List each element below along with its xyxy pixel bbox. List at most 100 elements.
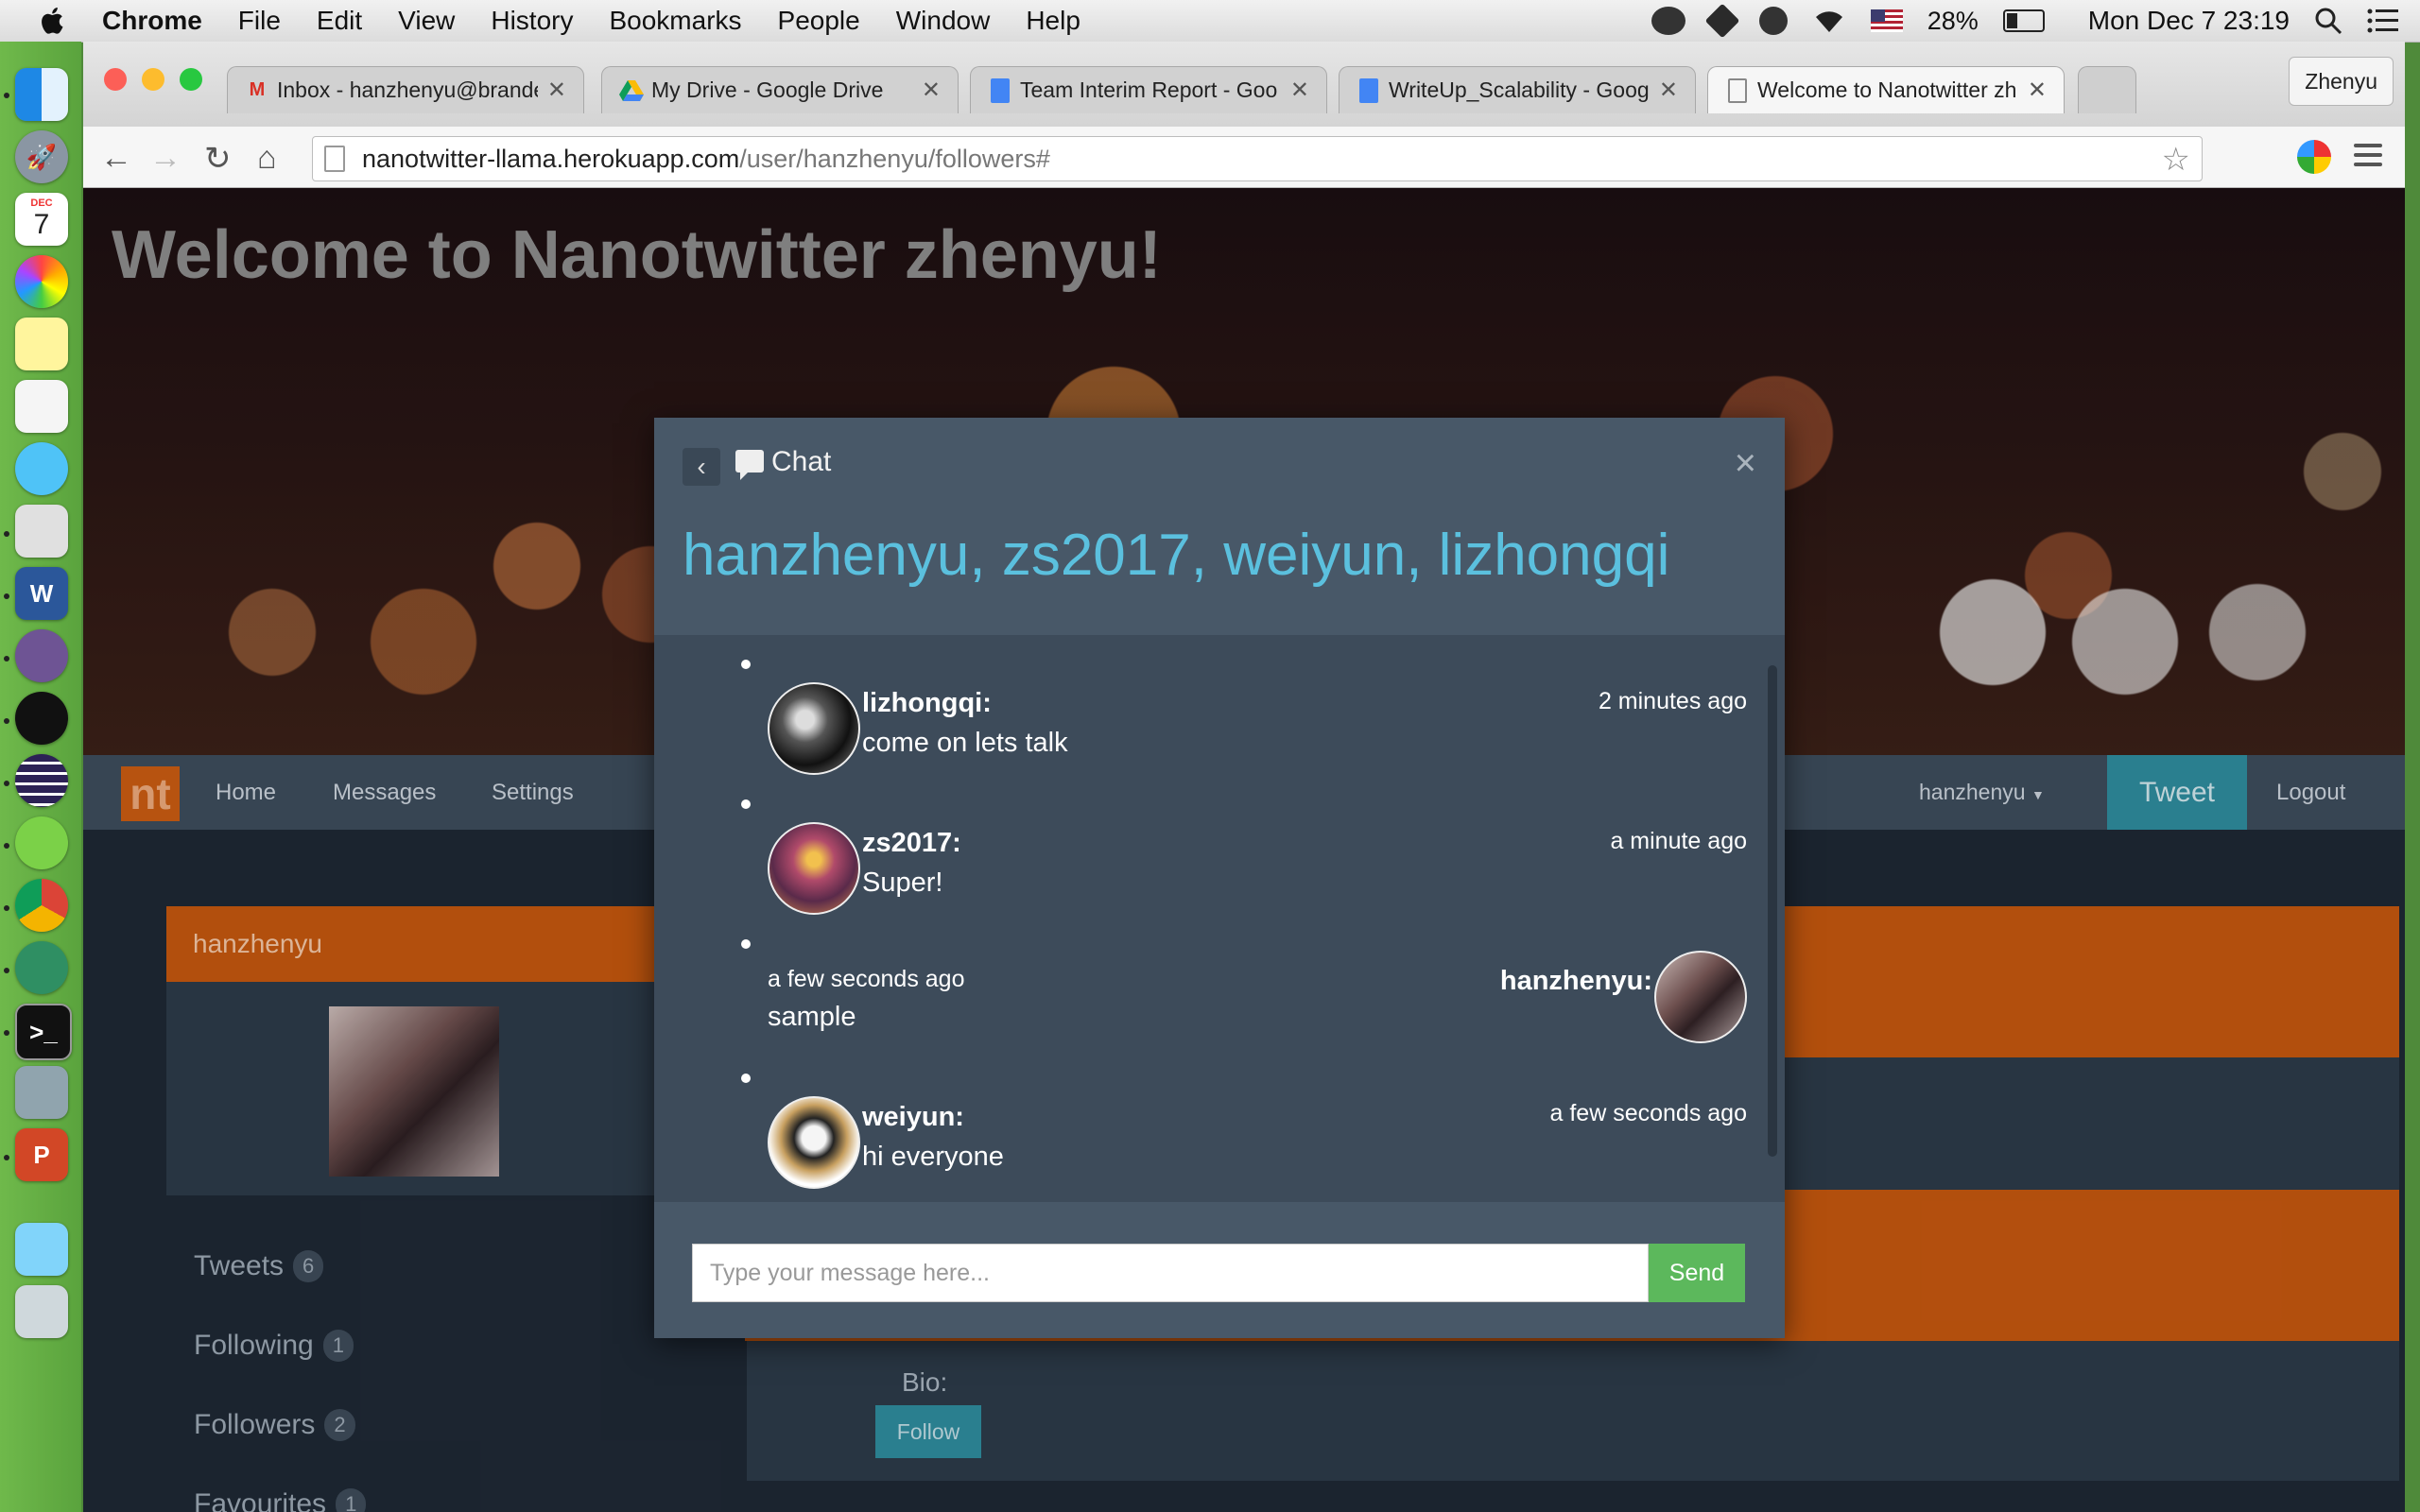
chevron-left-icon[interactable]: ‹ xyxy=(683,448,720,486)
list-bullet xyxy=(741,799,751,809)
window-minimize-button[interactable] xyxy=(142,68,164,91)
photos-icon[interactable] xyxy=(15,255,68,308)
tab-close-icon[interactable]: ✕ xyxy=(2028,77,2047,104)
message-input[interactable] xyxy=(692,1244,1649,1302)
wechat-tray-icon[interactable] xyxy=(1651,7,1685,35)
site-logo[interactable]: nt xyxy=(121,766,180,821)
forward-arrow-icon[interactable]: → xyxy=(149,140,182,177)
page-viewport: Welcome to Nanotwitter zhenyu! nt Home M… xyxy=(83,188,2405,1512)
stat-following[interactable]: Following 1 xyxy=(194,1330,354,1362)
chat-scrollbar[interactable] xyxy=(1768,665,1777,1157)
tab-title: Welcome to Nanotwitter zh xyxy=(1757,77,2017,102)
menu-bar-extras: 28% Mon Dec 7 23:19 xyxy=(1651,0,2399,42)
message-author[interactable]: weiyun: xyxy=(862,1102,964,1133)
nav-messages[interactable]: Messages xyxy=(333,780,436,806)
avatar[interactable] xyxy=(1654,951,1747,1043)
atom-icon[interactable] xyxy=(15,941,68,994)
input-source-flag-icon[interactable] xyxy=(1870,9,1903,32)
send-button[interactable]: Send xyxy=(1649,1244,1745,1302)
textedit-icon[interactable] xyxy=(15,380,68,433)
calendar-icon[interactable]: DEC 7 xyxy=(15,193,68,246)
tweet-button[interactable]: Tweet xyxy=(2107,755,2247,830)
menu-history[interactable]: History xyxy=(491,6,573,36)
eclipse-icon[interactable] xyxy=(15,754,68,807)
profile-button[interactable]: Zhenyu xyxy=(2289,57,2394,106)
tab-team-interim-report[interactable]: Team Interim Report - Goo ✕ xyxy=(970,66,1327,113)
new-tab-button[interactable] xyxy=(2078,66,2136,113)
tab-nanotwitter[interactable]: Welcome to Nanotwitter zh ✕ xyxy=(1707,66,2065,113)
message-author[interactable]: lizhongqi: xyxy=(862,688,992,719)
maps-globe-icon[interactable] xyxy=(15,442,68,495)
follower-card-body xyxy=(747,1341,2399,1481)
finder-icon[interactable] xyxy=(15,68,68,121)
applications-folder-icon[interactable] xyxy=(15,1223,68,1276)
image-capture-icon[interactable] xyxy=(15,1066,68,1119)
notification-center-icon[interactable] xyxy=(2367,8,2399,34)
tab-gmail-inbox[interactable]: M Inbox - hanzhenyu@brande ✕ xyxy=(227,66,584,113)
message-author[interactable]: hanzhenyu: xyxy=(1500,966,1652,997)
menu-file[interactable]: File xyxy=(238,6,281,36)
qq-icon[interactable] xyxy=(15,692,68,745)
bookmark-star-icon[interactable]: ☆ xyxy=(2162,141,2190,179)
close-icon[interactable]: × xyxy=(1735,442,1756,485)
menu-people[interactable]: People xyxy=(778,6,860,36)
stat-favourites[interactable]: Favourites 1 xyxy=(194,1488,367,1512)
user-dropdown[interactable]: hanzhenyu ▼ xyxy=(1919,780,2045,805)
menu-help[interactable]: Help xyxy=(1026,6,1080,36)
notes-icon[interactable] xyxy=(15,318,68,370)
apple-menu-icon[interactable] xyxy=(36,4,70,38)
launchpad-icon[interactable]: 🚀 xyxy=(15,130,68,183)
message-text: Super! xyxy=(862,868,943,898)
running-indicator xyxy=(4,1030,9,1036)
avatar[interactable] xyxy=(768,1096,860,1189)
menu-view[interactable]: View xyxy=(398,6,455,36)
tab-close-icon[interactable]: ✕ xyxy=(922,77,941,104)
menu-edit[interactable]: Edit xyxy=(317,6,362,36)
back-arrow-icon[interactable]: ← xyxy=(100,140,132,177)
tab-google-drive[interactable]: My Drive - Google Drive ✕ xyxy=(601,66,959,113)
menu-window[interactable]: Window xyxy=(896,6,991,36)
window-zoom-button[interactable] xyxy=(180,68,202,91)
spotlight-search-icon[interactable] xyxy=(2314,7,2342,35)
logout-link[interactable]: Logout xyxy=(2276,780,2345,806)
tab-strip: M Inbox - hanzhenyu@brande ✕ My Drive - … xyxy=(83,42,2405,127)
nav-settings[interactable]: Settings xyxy=(492,780,574,806)
running-indicator xyxy=(4,531,9,537)
stat-followers[interactable]: Followers 2 xyxy=(194,1409,355,1441)
microsoft-word-icon[interactable]: W xyxy=(15,567,68,620)
tab-close-icon[interactable]: ✕ xyxy=(1290,77,1309,104)
home-icon[interactable]: ⌂ xyxy=(257,140,277,177)
microsoft-powerpoint-icon[interactable]: P xyxy=(15,1128,68,1181)
battery-icon[interactable] xyxy=(2002,9,2045,32)
reload-icon[interactable]: ↻ xyxy=(204,140,232,178)
chrome-menu-icon[interactable] xyxy=(2354,144,2382,172)
avatar[interactable] xyxy=(768,822,860,915)
nav-home[interactable]: Home xyxy=(216,780,276,806)
menu-bookmarks[interactable]: Bookmarks xyxy=(609,6,741,36)
tab-close-icon[interactable]: ✕ xyxy=(547,77,566,104)
page-info-icon[interactable] xyxy=(324,146,345,172)
trash-icon[interactable] xyxy=(15,1285,68,1338)
message-author[interactable]: zs2017: xyxy=(862,828,961,859)
chrome-icon[interactable] xyxy=(15,879,68,932)
wechat-icon[interactable] xyxy=(15,816,68,869)
stat-tweets[interactable]: Tweets 6 xyxy=(194,1250,324,1282)
chat-message-list[interactable]: lizhongqi: come on lets talk 2 minutes a… xyxy=(654,635,1785,1202)
terminal-icon[interactable]: >_ xyxy=(15,1004,72,1060)
menu-clock[interactable]: Mon Dec 7 23:19 xyxy=(2088,6,2290,36)
github-desktop-icon[interactable] xyxy=(15,629,68,682)
google-drive-icon xyxy=(619,78,644,103)
tab-close-icon[interactable]: ✕ xyxy=(1659,77,1678,104)
qq-tray-icon[interactable] xyxy=(1758,7,1788,35)
address-bar[interactable]: nanotwitter-llama.herokuapp.com/user/han… xyxy=(312,136,2203,181)
menu-app-name[interactable]: Chrome xyxy=(102,6,202,36)
extension-icon[interactable] xyxy=(2297,140,2331,174)
follow-button[interactable]: Follow xyxy=(875,1405,981,1458)
dropbox-tray-icon[interactable] xyxy=(1704,3,1740,39)
tab-writeup-scalability[interactable]: WriteUp_Scalability - Goog ✕ xyxy=(1339,66,1696,113)
preview-icon[interactable] xyxy=(15,505,68,558)
avatar[interactable] xyxy=(768,682,860,775)
wifi-icon[interactable] xyxy=(1812,7,1846,35)
window-close-button[interactable] xyxy=(104,68,127,91)
chat-modal: ‹ Chat × hanzhenyu, zs2017, weiyun, lizh… xyxy=(654,418,1785,1338)
